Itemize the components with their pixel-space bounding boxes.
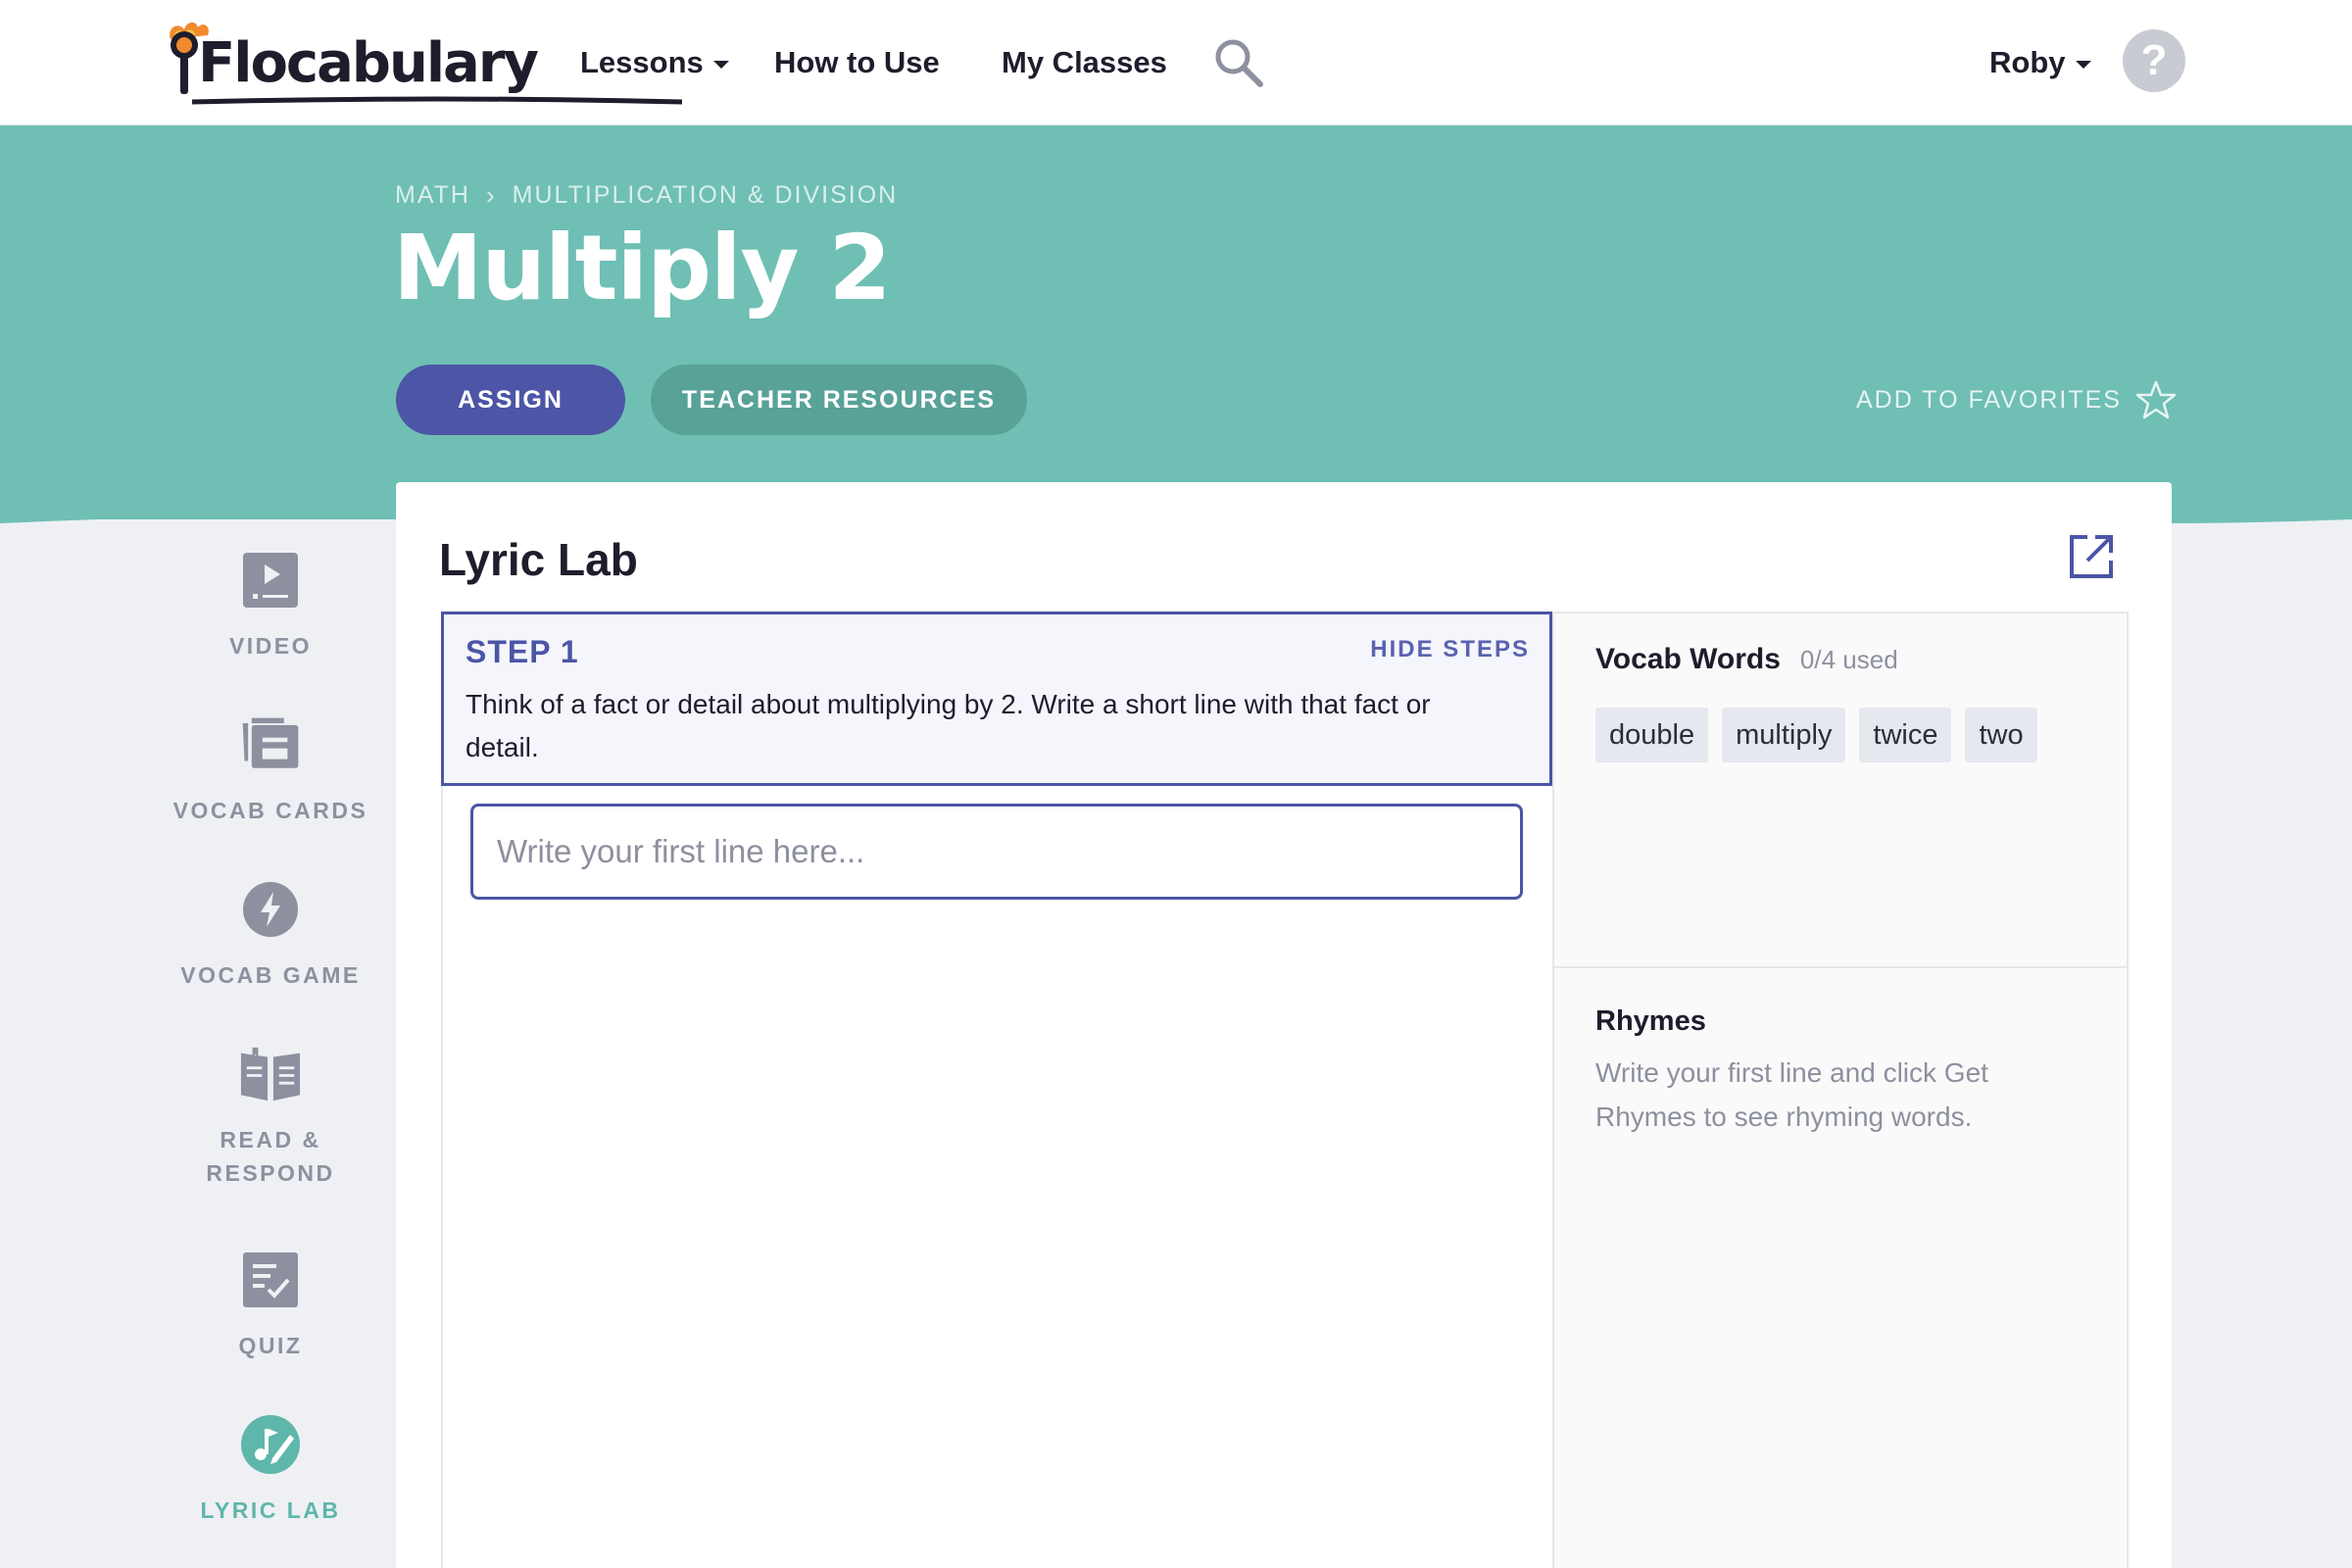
logo-underline	[192, 96, 682, 105]
vocab-words-header: Vocab Words 0/4 used	[1595, 643, 1898, 676]
nav-lessons[interactable]: Lessons	[580, 39, 729, 86]
sidebar-item-vocab-cards[interactable]: VOCAB CARDS	[147, 713, 394, 827]
lightning-icon	[239, 878, 302, 941]
lyric-lab-card: Lyric Lab STEP 1 HIDE STEPS Think of a f…	[396, 482, 2172, 1568]
vocab-word-chip[interactable]: double	[1595, 708, 1709, 762]
add-to-favorites-label: ADD TO FAVORITES	[1856, 385, 2122, 414]
external-link-icon[interactable]	[2066, 531, 2117, 582]
nav-my-classes[interactable]: My Classes	[1002, 39, 1167, 86]
user-menu[interactable]: Roby	[1989, 39, 2091, 86]
quiz-icon	[239, 1249, 302, 1311]
sidebar-item-label: READ & RESPOND	[206, 1127, 335, 1186]
card-title: Lyric Lab	[439, 534, 638, 585]
assign-button[interactable]: ASSIGN	[396, 365, 625, 435]
teacher-resources-button[interactable]: TEACHER RESOURCES	[651, 365, 1027, 435]
sidebar-item-video[interactable]: VIDEO	[147, 549, 394, 662]
search-icon[interactable]	[1211, 35, 1266, 90]
vocab-word-chip[interactable]: two	[1965, 708, 2037, 762]
breadcrumb-subject[interactable]: MATH	[395, 181, 470, 210]
vocab-word-list: double multiply twice two	[1595, 708, 2037, 762]
sidebar-item-label: VIDEO	[228, 633, 313, 659]
sidebar-item-lyric-lab[interactable]: LYRIC LAB	[147, 1413, 394, 1527]
help-icon[interactable]: ?	[2123, 29, 2185, 92]
helper-panel: Vocab Words 0/4 used double multiply twi…	[1552, 612, 2129, 1568]
first-line-input[interactable]	[470, 804, 1523, 900]
lyric-lab-icon	[239, 1413, 302, 1476]
sidebar-item-quiz[interactable]: QUIZ	[147, 1249, 394, 1362]
nav-lessons-label: Lessons	[580, 45, 704, 79]
step-title: STEP 1	[466, 634, 579, 669]
panel-divider	[1554, 966, 2127, 968]
page-title: Multiply 2	[393, 216, 891, 320]
sidebar-item-vocab-game[interactable]: VOCAB GAME	[147, 878, 394, 992]
sidebar-item-label: VOCAB CARDS	[172, 798, 368, 823]
sidebar-item-label: VOCAB GAME	[180, 962, 361, 988]
step-instructions: STEP 1 HIDE STEPS Think of a fact or det…	[441, 612, 1552, 786]
chevron-right-icon: ›	[485, 180, 497, 210]
vocab-word-chip[interactable]: twice	[1859, 708, 1952, 762]
sidebar-item-label: QUIZ	[238, 1333, 303, 1358]
hide-steps-button[interactable]: HIDE STEPS	[1370, 636, 1530, 663]
book-icon	[239, 1043, 302, 1105]
vocab-used-count: 0/4 used	[1799, 645, 1898, 674]
chevron-down-icon	[2075, 61, 2091, 69]
vocab-cards-icon	[239, 713, 302, 776]
step-text: Think of a fact or detail about multiply…	[466, 689, 1431, 762]
video-icon	[239, 549, 302, 612]
star-icon	[2135, 380, 2177, 419]
rhymes-hint: Write your first line and click Get Rhym…	[1595, 1057, 1988, 1132]
top-navigation: Flocabulary Lessons How to Use My Classe…	[0, 0, 2352, 125]
vocab-word-chip[interactable]: multiply	[1722, 708, 1846, 762]
sidebar-item-label: LYRIC LAB	[200, 1497, 341, 1523]
lesson-header	[0, 125, 2352, 519]
nav-how-to-use[interactable]: How to Use	[774, 39, 940, 86]
rhymes-title: Rhymes	[1595, 1005, 1706, 1037]
add-to-favorites-button[interactable]: ADD TO FAVORITES	[1856, 374, 2177, 425]
user-name: Roby	[1989, 45, 2066, 79]
breadcrumb-unit[interactable]: MULTIPLICATION & DIVISION	[513, 181, 899, 210]
breadcrumb: MATH › MULTIPLICATION & DIVISION	[395, 180, 898, 211]
logo-wordmark: Flocabulary	[198, 31, 539, 95]
sidebar-item-read-respond[interactable]: READ & RESPOND	[147, 1043, 394, 1190]
chevron-down-icon	[712, 61, 729, 69]
vocab-words-title: Vocab Words	[1595, 643, 1781, 675]
